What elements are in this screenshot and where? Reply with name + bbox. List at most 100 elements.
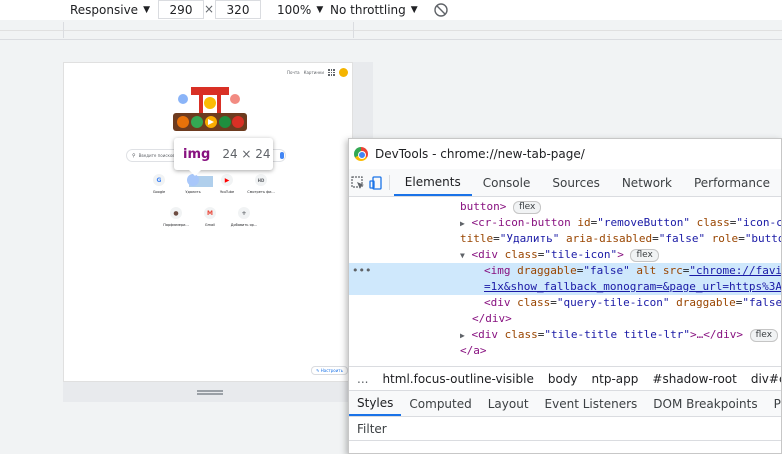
code-tag: <div xyxy=(484,296,511,309)
tab-elements[interactable]: Elements xyxy=(393,169,472,196)
code-tag: <div xyxy=(471,328,498,341)
flex-badge[interactable]: flex xyxy=(630,249,659,262)
code-attr: class xyxy=(504,328,538,341)
tile-title: Смотреть фи... xyxy=(247,190,275,194)
collapse-triangle-icon[interactable]: ▼ xyxy=(460,251,465,260)
ruler-divider xyxy=(353,22,354,38)
filter-placeholder: Filter xyxy=(357,421,387,436)
tab-network[interactable]: Network xyxy=(611,169,683,196)
dom-node-line[interactable]: title="Удалить" aria-disabled="false" ro… xyxy=(349,231,781,247)
flex-badge[interactable]: flex xyxy=(512,201,542,214)
code-value: "tile-icon" xyxy=(544,248,618,261)
tab-styles[interactable]: Styles xyxy=(349,391,402,416)
styles-filter-input[interactable]: Filter xyxy=(349,417,781,441)
shortcut-tile[interactable]: ● Парфюмери... xyxy=(157,207,195,233)
expand-triangle-icon[interactable]: ▶ xyxy=(460,219,465,228)
rotate-icon[interactable] xyxy=(433,2,449,18)
height-input[interactable] xyxy=(215,0,261,19)
dom-node-line[interactable]: ▶ <cr-icon-button id="removeButton" clas… xyxy=(349,215,781,231)
code-tag: > xyxy=(617,248,624,261)
dom-node-line-selected[interactable]: =1x&show_fallback_monogram=&page_url=htt… xyxy=(349,279,781,295)
breadcrumb-item[interactable]: html.focus-outline-visible xyxy=(375,372,540,386)
dimensions-dropdown[interactable]: Responsive ▼ xyxy=(70,0,150,20)
tab-performance[interactable]: Performance xyxy=(683,169,781,196)
code-link[interactable]: "chrome://favi xyxy=(689,264,781,277)
shortcut-tile[interactable]: HD Смотреть фи... xyxy=(242,174,280,200)
tab-computed[interactable]: Computed xyxy=(401,391,479,416)
breadcrumb-overflow[interactable]: ... xyxy=(349,372,375,386)
code-attr: class xyxy=(504,248,538,261)
zoom-dropdown-label: 100% xyxy=(277,3,312,17)
customize-button[interactable]: ✎ Настроить xyxy=(311,366,348,375)
code-link[interactable]: =1x&show_fallback_monogram=&page_url=htt… xyxy=(484,280,781,293)
youtube-icon: ▶ xyxy=(221,174,233,186)
more-options-icon[interactable]: ••• xyxy=(352,263,371,279)
google-icon: G xyxy=(153,174,165,186)
top-link-images[interactable]: Картинки xyxy=(304,70,324,75)
dimensions-dropdown-label: Responsive xyxy=(70,3,139,17)
shortcut-tile[interactable]: M Gmail xyxy=(191,207,229,233)
code-tag: </div> xyxy=(472,312,512,325)
cursor-select-icon xyxy=(351,175,365,189)
apps-grid-icon[interactable] xyxy=(328,69,335,76)
code-attr: class xyxy=(517,296,551,309)
tab-event-listeners[interactable]: Event Listeners xyxy=(537,391,646,416)
breadcrumb-item[interactable]: #shadow-root xyxy=(645,372,743,386)
breadcrumb-item[interactable]: ntp-app xyxy=(585,372,646,386)
dom-node-line[interactable]: <div class="query-tile-icon" draggable="… xyxy=(349,295,781,311)
top-link-mail[interactable]: Почта xyxy=(287,70,300,75)
tooltip-size: 24 × 24 xyxy=(222,147,271,161)
dom-node-line[interactable]: ▶ <div class="tile-title title-ltr">…</d… xyxy=(349,327,781,343)
inspect-element-button[interactable] xyxy=(349,169,367,196)
shortcut-tile[interactable]: Удалить xyxy=(174,174,212,200)
shortcut-tile[interactable]: G Google xyxy=(140,174,178,200)
code-attr: draggable xyxy=(517,264,577,277)
mic-icon[interactable] xyxy=(280,152,284,159)
device-toolbar: Responsive ▼ × 100% ▼ No throttling ▼ xyxy=(0,0,782,20)
code-tag: >…</div> xyxy=(690,328,744,341)
code-tag: </a> xyxy=(460,344,487,357)
add-shortcut-tile[interactable]: + Добавить яр... xyxy=(225,207,263,233)
tab-dom-breakpoints[interactable]: DOM Breakpoints xyxy=(645,391,765,416)
hd-icon: HD xyxy=(255,174,267,186)
dom-node-line-selected[interactable]: ••• <img draggable="false" alt src="chro… xyxy=(349,263,781,279)
elements-tree: button> flex ▶ <cr-icon-button id="remov… xyxy=(349,197,781,366)
expand-triangle-icon[interactable]: ▶ xyxy=(460,331,465,340)
code-value: "removeButton" xyxy=(597,216,691,229)
dom-node-line[interactable]: </div> xyxy=(349,311,781,327)
device-mode-icon xyxy=(369,175,382,190)
google-doodle-logo[interactable] xyxy=(171,85,249,137)
devtools-title-bar[interactable]: DevTools - chrome://new-tab-page/ xyxy=(349,139,781,169)
tab-properties[interactable]: Prope xyxy=(766,391,781,416)
resize-handle[interactable] xyxy=(197,390,223,395)
breadcrumb-item[interactable]: div#content xyxy=(744,372,781,386)
code-attr: alt xyxy=(636,264,657,277)
dom-node-line[interactable]: button> flex xyxy=(349,199,781,215)
code-tag: <img xyxy=(484,264,511,277)
caret-down-icon: ▼ xyxy=(143,5,150,15)
tile-title: Добавить яр... xyxy=(230,223,258,227)
dom-node-line[interactable]: </a> xyxy=(349,343,781,359)
breadcrumb: ... html.focus-outline-visible body ntp-… xyxy=(349,366,781,390)
breadcrumb-item[interactable]: body xyxy=(541,372,585,386)
code-value: "tile-title title-ltr" xyxy=(544,328,691,341)
code-attr: aria-disabled xyxy=(565,232,653,245)
code-value: "false" xyxy=(658,232,706,245)
dom-node-line[interactable]: ▼ <div class="tile-icon"> flex xyxy=(349,247,781,263)
tab-layout[interactable]: Layout xyxy=(480,391,537,416)
code-attr: role xyxy=(711,232,739,245)
tab-console[interactable]: Console xyxy=(472,169,542,196)
throttling-dropdown-label: No throttling xyxy=(330,3,406,17)
zoom-dropdown[interactable]: 100% ▼ xyxy=(277,0,323,20)
width-input[interactable] xyxy=(158,0,204,19)
code-value: "query-tile-icon" xyxy=(556,296,670,309)
flex-badge[interactable]: flex xyxy=(749,329,779,342)
perfume-icon: ● xyxy=(170,207,182,219)
search-icon: ⚲ xyxy=(132,152,136,159)
throttling-dropdown[interactable]: No throttling ▼ xyxy=(330,0,418,20)
devtools-title: DevTools - chrome://new-tab-page/ xyxy=(375,147,585,161)
device-toolbar-toggle[interactable] xyxy=(367,169,385,196)
shortcut-tile[interactable]: ▶ YouTube xyxy=(208,174,246,200)
tab-sources[interactable]: Sources xyxy=(541,169,610,196)
avatar[interactable] xyxy=(339,68,348,77)
